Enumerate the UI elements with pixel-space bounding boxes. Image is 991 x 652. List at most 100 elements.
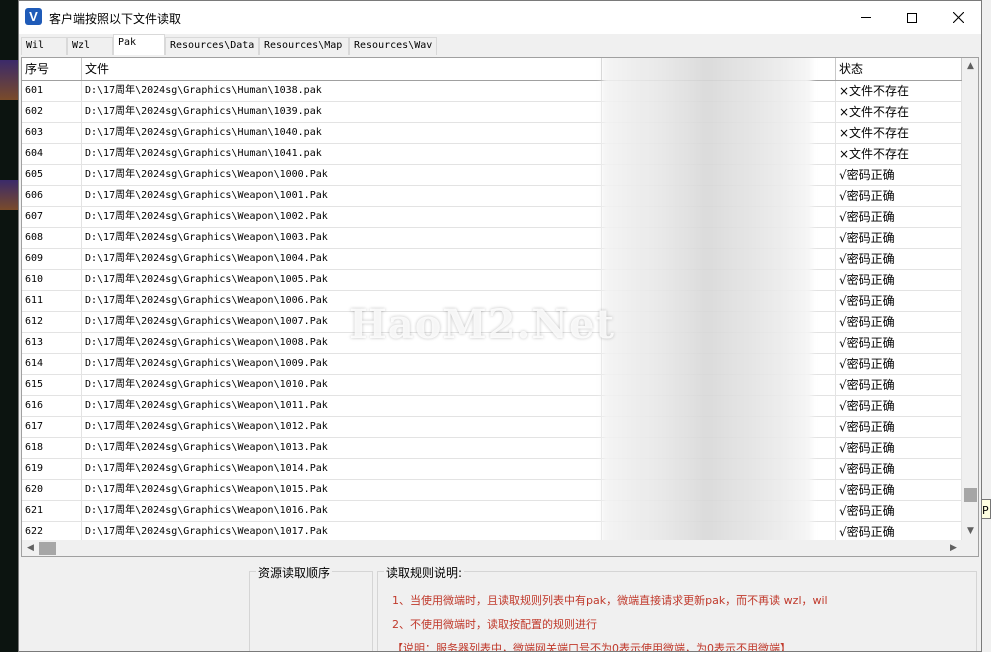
row-index: 616 <box>22 396 82 417</box>
table-row[interactable]: 616 D:\17周年\2024sg\Graphics\Weapon\1011.P… <box>22 396 962 417</box>
minimize-button[interactable] <box>843 1 889 34</box>
row-file-path: D:\17周年\2024sg\Graphics\Human\1039.pak <box>82 102 602 123</box>
row-file-path: D:\17周年\2024sg\Graphics\Weapon\1016.Pak <box>82 501 602 522</box>
table-row[interactable]: 614 D:\17周年\2024sg\Graphics\Weapon\1009.P… <box>22 354 962 375</box>
scroll-right-icon[interactable]: ▶ <box>945 540 962 556</box>
scroll-up-icon[interactable]: ▲ <box>962 58 978 75</box>
horizontal-scrollbar[interactable]: ◀ ▶ <box>22 540 978 556</box>
table-row[interactable]: 620 D:\17周年\2024sg\Graphics\Weapon\1015.P… <box>22 480 962 501</box>
row-file-path: D:\17周年\2024sg\Graphics\Weapon\1003.Pak <box>82 228 602 249</box>
row-file-path: D:\17周年\2024sg\Graphics\Weapon\1014.Pak <box>82 459 602 480</box>
row-file-path: D:\17周年\2024sg\Graphics\Weapon\1004.Pak <box>82 249 602 270</box>
row-status: √密码正确 <box>836 354 962 375</box>
row-index: 604 <box>22 144 82 165</box>
column-header-index[interactable]: 序号 <box>22 58 82 80</box>
row-file-path: D:\17周年\2024sg\Graphics\Human\1038.pak <box>82 81 602 102</box>
background-artwork <box>0 180 18 210</box>
background-desktop-right <box>982 0 991 652</box>
table-row[interactable]: 601 D:\17周年\2024sg\Graphics\Human\1038.pa… <box>22 81 962 102</box>
row-file-path: D:\17周年\2024sg\Graphics\Weapon\1005.Pak <box>82 270 602 291</box>
row-file-path: D:\17周年\2024sg\Graphics\Human\1041.pak <box>82 144 602 165</box>
row-index: 621 <box>22 501 82 522</box>
row-file-path: D:\17周年\2024sg\Graphics\Human\1040.pak <box>82 123 602 144</box>
grid-header: 序号 文件 状态 <box>22 58 962 81</box>
table-row[interactable]: 608 D:\17周年\2024sg\Graphics\Weapon\1003.P… <box>22 228 962 249</box>
main-window: V 客户端按照以下文件读取 Wil Wzl Pak Resources\Data… <box>18 0 982 652</box>
row-index: 603 <box>22 123 82 144</box>
table-row[interactable]: 610 D:\17周年\2024sg\Graphics\Weapon\1005.P… <box>22 270 962 291</box>
table-row[interactable]: 609 D:\17周年\2024sg\Graphics\Weapon\1004.P… <box>22 249 962 270</box>
row-status: √密码正确 <box>836 396 962 417</box>
tab-wzl[interactable]: Wzl <box>67 37 113 55</box>
tab-resources-map[interactable]: Resources\Map <box>259 37 349 55</box>
row-file-path: D:\17周年\2024sg\Graphics\Weapon\1000.Pak <box>82 165 602 186</box>
table-row[interactable]: 607 D:\17周年\2024sg\Graphics\Weapon\1002.P… <box>22 207 962 228</box>
row-status: ×文件不存在 <box>836 102 962 123</box>
row-file-path: D:\17周年\2024sg\Graphics\Weapon\1001.Pak <box>82 186 602 207</box>
maximize-button[interactable] <box>889 1 935 34</box>
row-status: √密码正确 <box>836 501 962 522</box>
vertical-scrollbar[interactable]: ▲ ▼ <box>962 58 978 540</box>
row-index: 612 <box>22 312 82 333</box>
table-row[interactable]: 604 D:\17周年\2024sg\Graphics\Human\1041.pa… <box>22 144 962 165</box>
row-status: √密码正确 <box>836 480 962 501</box>
tab-pak[interactable]: Pak <box>113 34 165 55</box>
row-status: √密码正确 <box>836 375 962 396</box>
rule-line-1: 1、当使用微端时，且读取规则列表中有pak，微端直接请求更新pak，而不再读 w… <box>392 594 828 607</box>
bottom-panel: 资源读取顺序 读取规则说明: 1、当使用微端时，且读取规则列表中有pak，微端直… <box>19 559 981 652</box>
row-index: 618 <box>22 438 82 459</box>
row-file-path: D:\17周年\2024sg\Graphics\Weapon\1012.Pak <box>82 417 602 438</box>
tab-wil[interactable]: Wil <box>21 37 67 55</box>
scroll-left-icon[interactable]: ◀ <box>22 540 39 556</box>
vertical-scroll-thumb[interactable] <box>964 488 977 502</box>
column-header-file[interactable]: 文件 <box>82 58 602 80</box>
row-file-path: D:\17周年\2024sg\Graphics\Weapon\1009.Pak <box>82 354 602 375</box>
resource-order-title: 资源读取顺序 <box>256 564 333 581</box>
title-bar[interactable]: V 客户端按照以下文件读取 <box>19 1 981 34</box>
row-status: √密码正确 <box>836 312 962 333</box>
row-status: √密码正确 <box>836 186 962 207</box>
horizontal-scroll-thumb[interactable] <box>39 542 56 555</box>
table-row[interactable]: 621 D:\17周年\2024sg\Graphics\Weapon\1016.P… <box>22 501 962 522</box>
row-file-path: D:\17周年\2024sg\Graphics\Weapon\1013.Pak <box>82 438 602 459</box>
rule-line-3: 【说明：服务器列表中，微端网关端口号不为0表示使用微端，为0表示不用微端】 <box>392 642 791 652</box>
row-index: 617 <box>22 417 82 438</box>
rules-group: 读取规则说明: 1、当使用微端时，且读取规则列表中有pak，微端直接请求更新pa… <box>377 564 977 652</box>
row-file-path: D:\17周年\2024sg\Graphics\Weapon\1015.Pak <box>82 480 602 501</box>
row-status: √密码正确 <box>836 459 962 480</box>
row-index: 602 <box>22 102 82 123</box>
row-status: √密码正确 <box>836 291 962 312</box>
tab-resources-wav[interactable]: Resources\Wav <box>349 37 437 55</box>
row-index: 619 <box>22 459 82 480</box>
row-index: 608 <box>22 228 82 249</box>
row-index: 614 <box>22 354 82 375</box>
app-logo-icon: V <box>25 8 42 25</box>
table-row[interactable]: 603 D:\17周年\2024sg\Graphics\Human\1040.pa… <box>22 123 962 144</box>
background-desktop-left <box>0 0 18 652</box>
row-status: ×文件不存在 <box>836 81 962 102</box>
column-header-status[interactable]: 状态 <box>836 58 962 80</box>
tab-resources-data[interactable]: Resources\Data <box>165 37 259 55</box>
row-index: 610 <box>22 270 82 291</box>
table-row[interactable]: 619 D:\17周年\2024sg\Graphics\Weapon\1014.P… <box>22 459 962 480</box>
row-status: √密码正确 <box>836 165 962 186</box>
table-row[interactable]: 618 D:\17周年\2024sg\Graphics\Weapon\1013.P… <box>22 438 962 459</box>
resource-order-group: 资源读取顺序 <box>249 564 373 651</box>
close-button[interactable] <box>935 1 981 34</box>
row-index: 606 <box>22 186 82 207</box>
row-file-path: D:\17周年\2024sg\Graphics\Weapon\1011.Pak <box>82 396 602 417</box>
row-status: ×文件不存在 <box>836 144 962 165</box>
table-row[interactable]: 605 D:\17周年\2024sg\Graphics\Weapon\1000.P… <box>22 165 962 186</box>
window-title: 客户端按照以下文件读取 <box>49 12 182 26</box>
row-index: 613 <box>22 333 82 354</box>
scroll-down-icon[interactable]: ▼ <box>962 523 978 540</box>
maximize-icon <box>907 12 917 23</box>
row-status: √密码正确 <box>836 438 962 459</box>
row-status: √密码正确 <box>836 207 962 228</box>
watermark: HaoM2.Net <box>349 301 615 348</box>
background-artwork <box>0 60 18 100</box>
table-row[interactable]: 602 D:\17周年\2024sg\Graphics\Human\1039.pa… <box>22 102 962 123</box>
table-row[interactable]: 615 D:\17周年\2024sg\Graphics\Weapon\1010.P… <box>22 375 962 396</box>
table-row[interactable]: 617 D:\17周年\2024sg\Graphics\Weapon\1012.P… <box>22 417 962 438</box>
table-row[interactable]: 606 D:\17周年\2024sg\Graphics\Weapon\1001.P… <box>22 186 962 207</box>
